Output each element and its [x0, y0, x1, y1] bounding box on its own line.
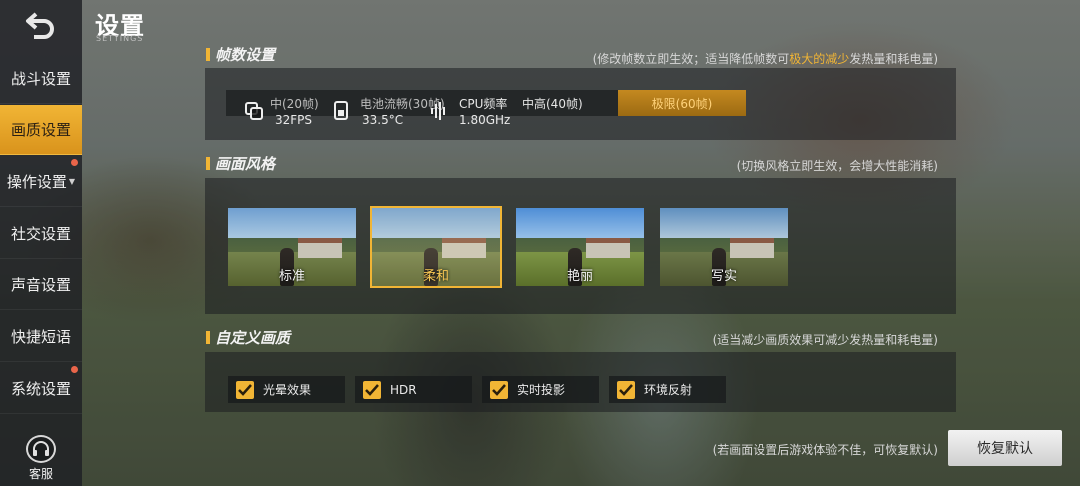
style-card-label: 写实	[710, 269, 737, 284]
copy-fps-icon	[245, 102, 263, 120]
fps-section-title: 帧数设置	[206, 44, 275, 65]
sidebar-item-system[interactable]: 系统设置	[0, 364, 82, 414]
style-card-label: 标准	[278, 269, 305, 284]
restore-defaults-button[interactable]: 恢复默认	[948, 430, 1062, 466]
fps-section-hint: (修改帧数立即生效；适当降低帧数可极大的减少发热量和耗电量)	[593, 50, 938, 67]
customer-service-label: 客服	[28, 466, 53, 481]
checkbox-checked-icon[interactable]	[236, 380, 254, 399]
fps-hint-prefix: (修改帧数立即生效；适当降低帧数可	[592, 52, 790, 66]
cpu-label: CPU频率	[459, 97, 508, 111]
notification-dot	[71, 159, 78, 166]
custom-section-title: 自定义画质	[206, 327, 290, 348]
checkbox-checked-icon[interactable]	[363, 380, 381, 399]
custom-section-title-text: 自定义画质	[215, 329, 291, 347]
sidebar-item-label: 快捷短语	[10, 328, 71, 346]
checkbox-checked-icon[interactable]	[490, 380, 508, 399]
fps-option-label: 中高(40帧)	[522, 96, 583, 111]
fps-hint-emphasis: 极大的减少	[789, 52, 850, 66]
thumbnail-house	[586, 238, 630, 258]
option-label: 实时投影	[517, 383, 566, 397]
style-card-label: 艳丽	[566, 269, 593, 284]
option-label: 光晕效果	[263, 383, 312, 397]
sidebar-item-label: 战斗设置	[10, 70, 71, 88]
battery-temperature-readout: 33.5°C	[362, 113, 404, 127]
custom-section-hint: (适当减少画质效果可减少发热量和耗电量)	[712, 333, 938, 347]
caret-down-icon: ▼	[68, 177, 76, 186]
battery-icon	[334, 101, 348, 120]
sidebar-item-label: 声音设置	[10, 276, 71, 294]
style-card-vivid[interactable]: 艳丽	[514, 206, 646, 288]
fps-option-label: 中(20帧)	[270, 96, 319, 111]
thumbnail-house	[298, 238, 342, 258]
sidebar-item-sound[interactable]: 声音设置	[0, 260, 82, 310]
style-section-hint: (切换风格立即生效，会增大性能消耗)	[736, 159, 938, 173]
option-realtime-shadows[interactable]: 实时投影	[482, 376, 599, 403]
notification-dot	[71, 366, 78, 373]
sidebar-item-controls[interactable]: 操作设置 ▼	[0, 157, 82, 207]
sidebar-item-label: 操作设置	[6, 173, 67, 191]
back-button[interactable]	[22, 10, 60, 40]
sidebar-item-combat[interactable]: 战斗设置	[0, 54, 82, 104]
fps-option-extreme[interactable]: 极限(60帧)	[618, 90, 746, 116]
style-card-standard[interactable]: 标准	[226, 206, 358, 288]
sidebar-item-label: 画质设置	[10, 121, 71, 139]
option-bloom[interactable]: 光晕效果	[228, 376, 345, 403]
sidebar-item-graphics[interactable]: 画质设置	[0, 105, 82, 155]
page-subtitle: SETTINGS	[96, 34, 144, 43]
sidebar-item-label: 社交设置	[10, 225, 71, 243]
style-card-label: 柔和	[422, 269, 449, 284]
customer-service-button[interactable]: 客服	[0, 430, 82, 486]
option-label: 环境反射	[644, 383, 693, 397]
style-section-title-text: 画面风格	[215, 155, 276, 173]
checkbox-checked-icon[interactable]	[617, 380, 635, 399]
headset-icon	[26, 434, 56, 463]
sidebar-item-quick-phrases[interactable]: 快捷短语	[0, 312, 82, 362]
fps-readout: 32FPS	[275, 113, 313, 127]
thumbnail-house	[730, 238, 774, 258]
fps-option-medium-high[interactable]: 中高(40帧)	[522, 90, 612, 116]
cpu-wave-icon	[431, 102, 445, 120]
option-hdr[interactable]: HDR	[355, 376, 472, 403]
option-label: HDR	[390, 382, 417, 397]
option-environment-reflection[interactable]: 环境反射	[609, 376, 726, 403]
sidebar-item-label: 系统设置	[10, 380, 71, 398]
restore-hint: (若画面设置后游戏体验不佳，可恢复默认)	[712, 443, 938, 457]
sidebar: 战斗设置 画质设置 操作设置 ▼ 社交设置 声音设置 快捷短语 系统设置 客服	[0, 0, 82, 486]
style-section-title: 画面风格	[206, 153, 275, 174]
fps-hint-suffix: 发热量和耗电量)	[849, 52, 938, 66]
fps-section-title-text: 帧数设置	[215, 46, 276, 64]
cpu-frequency-readout: 1.80GHz	[459, 113, 511, 127]
style-card-soft[interactable]: 柔和	[370, 206, 502, 288]
fps-option-label: 极限(60帧)	[651, 96, 713, 111]
style-card-realistic[interactable]: 写实	[658, 206, 790, 288]
sidebar-item-social[interactable]: 社交设置	[0, 209, 82, 259]
back-arrow-icon	[26, 12, 54, 39]
